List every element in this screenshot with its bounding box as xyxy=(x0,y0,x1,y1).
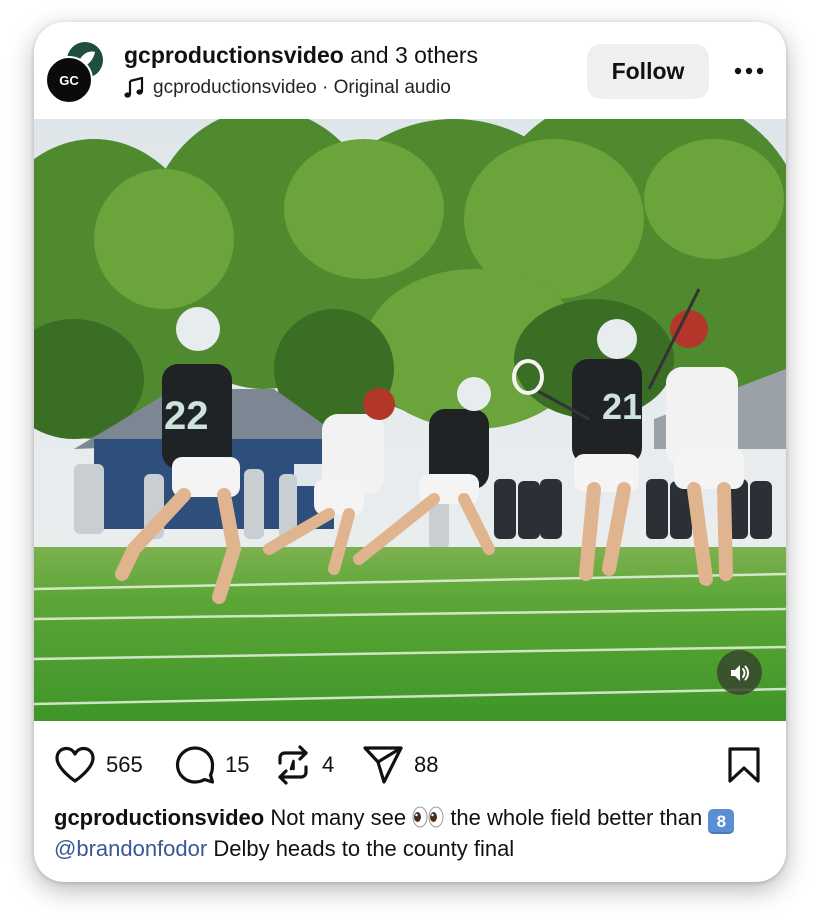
volume-icon xyxy=(730,664,749,681)
audio-separator: · xyxy=(316,77,334,98)
post-caption: gcproductionsvideo Not many see the whol… xyxy=(54,803,774,863)
more-dots-icon xyxy=(734,67,764,75)
like-action[interactable]: 565 xyxy=(54,745,143,785)
avatar-badge: GC xyxy=(45,56,93,104)
sound-toggle-button[interactable] xyxy=(717,650,762,695)
repost-icon[interactable] xyxy=(274,745,312,785)
comment-count: 15 xyxy=(225,752,250,777)
audio-track: Original audio xyxy=(333,77,451,98)
comment-action[interactable]: 15 xyxy=(175,745,249,785)
like-count: 565 xyxy=(106,752,143,777)
post-header: GC gcproductionsvideo and 3 others gcpro… xyxy=(34,22,786,119)
post-card: GC gcproductionsvideo and 3 others gcpro… xyxy=(34,22,786,882)
repost-count: 4 xyxy=(322,752,335,777)
post-coauthors[interactable]: and 3 others xyxy=(344,42,478,68)
post-username[interactable]: gcproductionsvideo xyxy=(124,42,344,68)
bookmark-icon xyxy=(728,747,760,783)
caption-text-3: Delby heads to the county final xyxy=(207,836,515,861)
caption-text-1: Not many see xyxy=(264,805,413,830)
share-icon[interactable] xyxy=(362,745,404,785)
caption-mention-link[interactable]: @brandonfodor xyxy=(54,836,207,861)
keycap-emoji: 8 xyxy=(708,809,735,834)
comment-icon[interactable] xyxy=(175,745,215,785)
video-player[interactable]: 22 21 xyxy=(34,119,786,721)
action-bar: 565 15 4 88 xyxy=(34,721,786,807)
share-count: 88 xyxy=(414,752,439,777)
music-note-icon xyxy=(124,77,144,98)
post-title[interactable]: gcproductionsvideo and 3 others xyxy=(124,42,478,69)
heart-icon[interactable] xyxy=(54,746,96,784)
lacrosse-video-frame: 22 21 xyxy=(34,119,786,721)
avatar[interactable]: GC xyxy=(45,42,103,104)
save-button[interactable] xyxy=(726,746,762,784)
follow-button[interactable]: Follow xyxy=(587,44,709,99)
jersey-number-21: 21 xyxy=(602,386,642,427)
audio-attribution[interactable]: gcproductionsvideo · Original audio xyxy=(124,77,451,99)
share-action[interactable]: 88 xyxy=(362,745,438,785)
caption-username[interactable]: gcproductionsvideo xyxy=(54,805,264,830)
more-options-button[interactable] xyxy=(731,54,767,88)
jersey-number-22: 22 xyxy=(164,394,209,438)
caption-text-2: the whole field better than xyxy=(444,805,709,830)
eyes-emoji-icon xyxy=(412,806,444,828)
repost-action[interactable]: 4 xyxy=(274,745,334,785)
avatar-text: GC xyxy=(59,72,79,88)
audio-artist: gcproductionsvideo xyxy=(153,77,317,98)
